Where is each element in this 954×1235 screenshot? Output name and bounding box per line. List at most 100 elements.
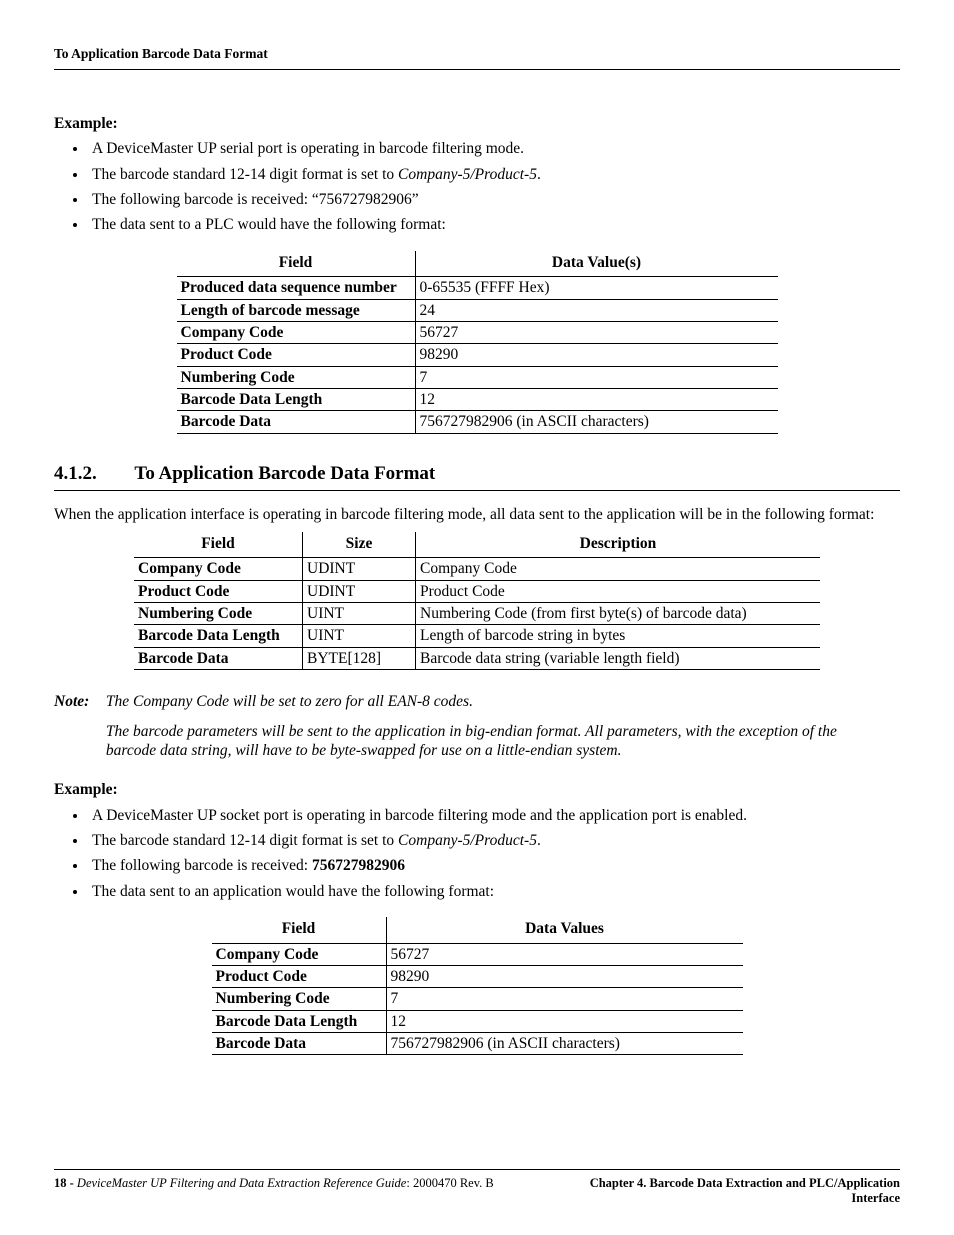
footer-rule (54, 1169, 900, 1170)
table-row: Numbering Code7 (177, 366, 778, 388)
col-header: Data Values (386, 917, 743, 943)
table-row: Numbering Code7 (212, 988, 743, 1010)
table-cell: Company Code (212, 943, 387, 965)
section-number: 4.1.2. (54, 462, 130, 486)
list-item: The barcode standard 12-14 digit format … (88, 831, 900, 850)
table-plc-format: Field Data Value(s) Produced data sequen… (177, 251, 778, 434)
page: To Application Barcode Data Format Examp… (0, 0, 954, 1235)
page-footer: 18 - DeviceMaster UP Filtering and Data … (54, 1169, 900, 1207)
table-cell: 56727 (386, 943, 743, 965)
text: A DeviceMaster UP socket port is operati… (92, 807, 747, 824)
col-header: Description (416, 532, 821, 558)
section-intro: When the application interface is operat… (54, 505, 900, 524)
table-cell: Company Code (416, 558, 821, 580)
col-header: Field (177, 251, 416, 277)
table-cell: Barcode Data Length (134, 625, 303, 647)
table-cell: 7 (415, 366, 778, 388)
list-item: The data sent to an application would ha… (88, 882, 900, 901)
text: The barcode standard 12-14 digit format … (92, 166, 398, 183)
example2-list: A DeviceMaster UP socket port is operati… (54, 806, 900, 902)
table-cell: Numbering Code (212, 988, 387, 1010)
table-app-format: Field Size Description Company CodeUDINT… (134, 532, 820, 670)
table-row: Barcode Data Length12 (212, 1010, 743, 1032)
table-cell: Numbering Code (from first byte(s) of ba… (416, 603, 821, 625)
running-header: To Application Barcode Data Format (54, 46, 900, 70)
col-header: Size (303, 532, 416, 558)
text: . (537, 832, 541, 849)
col-header: Field (212, 917, 387, 943)
example1-list: A DeviceMaster UP serial port is operati… (54, 139, 900, 235)
example-label: Example: (54, 780, 900, 799)
note-paragraph: The barcode parameters will be sent to t… (106, 722, 886, 761)
note-label: Note: (54, 692, 102, 711)
table-cell: 756727982906 (in ASCII characters) (415, 411, 778, 433)
text-bold: 756727982906 (312, 857, 405, 874)
text-emphasis: Company-5/Product-5 (398, 832, 537, 849)
text-emphasis: Company-5/Product-5 (398, 166, 537, 183)
table-row: Product Code98290 (212, 965, 743, 987)
table-row: Produced data sequence number0-65535 (FF… (177, 277, 778, 299)
text: The data sent to an application would ha… (92, 883, 494, 900)
list-item: The barcode standard 12-14 digit format … (88, 165, 900, 184)
table-cell: UINT (303, 625, 416, 647)
table-cell: BYTE[128] (303, 647, 416, 669)
table-cell: Barcode Data (134, 647, 303, 669)
footer-right: Chapter 4. Barcode Data Extraction and P… (560, 1176, 900, 1207)
table-row: Length of barcode message24 (177, 299, 778, 321)
doc-title: DeviceMaster UP Filtering and Data Extra… (77, 1176, 406, 1190)
table-body: Produced data sequence number0-65535 (FF… (177, 277, 778, 434)
doc-rev: : 2000470 Rev. B (406, 1176, 493, 1190)
table-cell: Product Code (212, 965, 387, 987)
table-row: Company Code56727 (177, 321, 778, 343)
table-cell: Length of barcode message (177, 299, 416, 321)
table-row: Product Code98290 (177, 344, 778, 366)
table-row: Barcode Data756727982906 (in ASCII chara… (177, 411, 778, 433)
table-row: Company CodeUDINTCompany Code (134, 558, 820, 580)
table-cell: Product Code (134, 580, 303, 602)
note-paragraph: The Company Code will be set to zero for… (106, 692, 886, 711)
table-cell: Barcode Data Length (212, 1010, 387, 1032)
example-label: Example: (54, 114, 900, 133)
list-item: A DeviceMaster UP socket port is operati… (88, 806, 900, 825)
table-cell: Barcode Data Length (177, 389, 416, 411)
table-row: Barcode Data Length12 (177, 389, 778, 411)
table-cell: 756727982906 (in ASCII characters) (386, 1033, 743, 1055)
text: . (537, 166, 541, 183)
table-cell: 12 (415, 389, 778, 411)
table-cell: 56727 (415, 321, 778, 343)
col-header: Field (134, 532, 303, 558)
list-item: The data sent to a PLC would have the fo… (88, 215, 900, 234)
table-row: Barcode DataBYTE[128]Barcode data string… (134, 647, 820, 669)
table-body: Company Code56727Product Code98290Number… (212, 943, 743, 1055)
table-cell: Numbering Code (134, 603, 303, 625)
text: A DeviceMaster UP serial port is operati… (92, 140, 524, 157)
table-cell: UDINT (303, 558, 416, 580)
footer-left: 18 - DeviceMaster UP Filtering and Data … (54, 1176, 494, 1207)
note-body: The Company Code will be set to zero for… (106, 692, 886, 770)
table-cell: Length of barcode string in bytes (416, 625, 821, 647)
section-heading: 4.1.2. To Application Barcode Data Forma… (54, 462, 900, 491)
table-body: Company CodeUDINTCompany CodeProduct Cod… (134, 558, 820, 670)
table-cell: 0-65535 (FFFF Hex) (415, 277, 778, 299)
table-cell: Barcode Data (212, 1033, 387, 1055)
table-app-example: Field Data Values Company Code56727Produ… (212, 917, 743, 1055)
table-row: Barcode Data LengthUINTLength of barcode… (134, 625, 820, 647)
text: The following barcode is received: “7567… (92, 191, 419, 208)
list-item: A DeviceMaster UP serial port is operati… (88, 139, 900, 158)
text: The data sent to a PLC would have the fo… (92, 216, 446, 233)
table-cell: Product Code (416, 580, 821, 602)
table-cell: Barcode data string (variable length fie… (416, 647, 821, 669)
table-row: Company Code56727 (212, 943, 743, 965)
table-cell: UDINT (303, 580, 416, 602)
table-row: Barcode Data756727982906 (in ASCII chara… (212, 1033, 743, 1055)
table-row: Numbering CodeUINTNumbering Code (from f… (134, 603, 820, 625)
table-row: Product CodeUDINTProduct Code (134, 580, 820, 602)
note: Note: The Company Code will be set to ze… (54, 692, 900, 770)
table-cell: 12 (386, 1010, 743, 1032)
col-header: Data Value(s) (415, 251, 778, 277)
table-cell: UINT (303, 603, 416, 625)
table-cell: Company Code (134, 558, 303, 580)
list-item: The following barcode is received: “7567… (88, 190, 900, 209)
table-cell: Numbering Code (177, 366, 416, 388)
text: The barcode standard 12-14 digit format … (92, 832, 398, 849)
